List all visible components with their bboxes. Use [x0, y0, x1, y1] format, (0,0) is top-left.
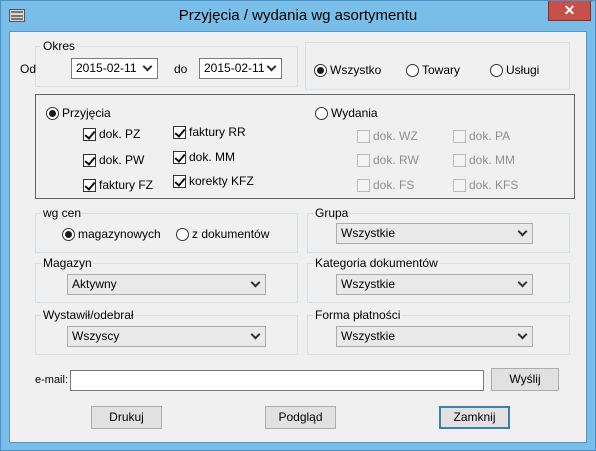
- grupa-value: Wszystkie: [341, 226, 395, 240]
- wg-cen-legend: wg cen: [42, 206, 83, 220]
- date-from-picker[interactable]: 2015-02-11: [71, 58, 158, 79]
- date-to-value: 2015-02-11: [204, 61, 265, 75]
- check-dok-pz-label[interactable]: dok. PZ: [99, 127, 140, 141]
- print-button-label: Drukuj: [109, 410, 144, 424]
- window-title: Przyjęcia / wydania wg asortymentu: [178, 7, 418, 24]
- kategoria-select[interactable]: Wszystkie: [336, 274, 533, 295]
- wystawil-value: Wszyscy: [72, 329, 120, 343]
- close-button[interactable]: Zamknij: [439, 406, 510, 429]
- check-korekty-kfz[interactable]: [173, 175, 186, 188]
- check-dok-mm-wydania: [453, 154, 466, 167]
- forma-value: Wszystkie: [341, 329, 395, 343]
- radio-wydania[interactable]: [315, 107, 328, 120]
- forma-legend: Forma płatności: [314, 308, 402, 322]
- check-dok-fs-label: dok. FS: [373, 178, 415, 192]
- radio-przyjecia[interactable]: [46, 107, 59, 120]
- date-from-value: 2015-02-11: [76, 61, 137, 75]
- chevron-down-icon: [142, 61, 153, 72]
- radio-towary[interactable]: [406, 64, 419, 77]
- radio-wszystko-label[interactable]: Wszystko: [330, 63, 381, 77]
- chevron-down-icon: [266, 61, 277, 72]
- kategoria-legend: Kategoria dokumentów: [314, 256, 439, 270]
- email-label: e-mail:: [35, 374, 69, 386]
- close-icon[interactable]: ✕: [548, 1, 591, 21]
- check-dok-fs: [357, 179, 370, 192]
- dialog-body: Okres Od 2015-02-11 do 2015-02-11 Wszyst…: [9, 31, 587, 443]
- check-dok-pa-label: dok. PA: [469, 129, 511, 143]
- check-dok-pw-label[interactable]: dok. PW: [99, 153, 144, 167]
- grupa-legend: Grupa: [314, 206, 350, 220]
- check-dok-mm-label[interactable]: dok. MM: [189, 150, 235, 164]
- close-button-label: Zamknij: [453, 410, 496, 424]
- check-dok-kfs: [453, 179, 466, 192]
- to-label: do: [174, 62, 188, 76]
- radio-uslugi-label[interactable]: Usługi: [506, 63, 539, 77]
- check-faktury-rr[interactable]: [173, 126, 186, 139]
- grupa-select[interactable]: Wszystkie: [336, 223, 533, 244]
- send-button-label: Wyślij: [509, 372, 541, 386]
- magazyn-select[interactable]: Aktywny: [67, 274, 266, 295]
- wystawil-select[interactable]: Wszyscy: [67, 326, 266, 347]
- check-faktury-rr-label[interactable]: faktury RR: [189, 125, 246, 139]
- radio-uslugi[interactable]: [490, 64, 503, 77]
- chevron-down-icon: [517, 277, 528, 288]
- check-korekty-kfz-label[interactable]: korekty KFZ: [189, 174, 254, 188]
- check-dok-rw: [357, 154, 370, 167]
- chevron-down-icon: [250, 329, 261, 340]
- check-dok-pw[interactable]: [83, 154, 96, 167]
- from-label: Od: [20, 62, 37, 76]
- check-dok-pz[interactable]: [83, 128, 96, 141]
- radio-wydania-label[interactable]: Wydania: [331, 106, 378, 120]
- radio-z-dokumentow-label[interactable]: z dokumentów: [192, 227, 269, 241]
- magazyn-value: Aktywny: [72, 277, 117, 291]
- check-dok-wz-label: dok. WZ: [373, 129, 418, 143]
- email-field[interactable]: [70, 370, 484, 391]
- magazyn-legend: Magazyn: [42, 256, 93, 270]
- wystawil-legend: Wystawił/odebrał: [42, 308, 135, 322]
- check-dok-pa: [453, 130, 466, 143]
- check-dok-kfs-label: dok. KFS: [469, 178, 519, 192]
- date-to-picker[interactable]: 2015-02-11: [199, 58, 282, 79]
- check-dok-mm-wydania-label: dok. MM: [469, 153, 516, 167]
- title-bar[interactable]: Przyjęcia / wydania wg asortymentu ✕: [1, 1, 595, 31]
- okres-legend: Okres: [42, 39, 77, 53]
- preview-button[interactable]: Podgląd: [265, 406, 336, 429]
- chevron-down-icon: [517, 226, 528, 237]
- chevron-down-icon: [517, 329, 528, 340]
- send-button[interactable]: Wyślij: [491, 368, 559, 391]
- radio-wszystko[interactable]: [314, 64, 327, 77]
- preview-button-label: Podgląd: [278, 410, 323, 424]
- radio-magazynowych[interactable]: [62, 228, 75, 241]
- check-dok-wz: [357, 130, 370, 143]
- radio-magazynowych-label[interactable]: magazynowych: [78, 227, 161, 241]
- check-faktury-fz-label[interactable]: faktury FZ: [99, 178, 153, 192]
- check-faktury-fz[interactable]: [83, 179, 96, 192]
- print-button[interactable]: Drukuj: [91, 406, 162, 429]
- check-dok-rw-label: dok. RW: [373, 153, 419, 167]
- radio-towary-label[interactable]: Towary: [422, 63, 460, 77]
- check-dok-mm[interactable]: [173, 151, 186, 164]
- radio-przyjecia-label[interactable]: Przyjęcia: [62, 106, 111, 120]
- dialog-window: Przyjęcia / wydania wg asortymentu ✕ Okr…: [0, 0, 596, 451]
- forma-select[interactable]: Wszystkie: [336, 326, 533, 347]
- chevron-down-icon: [250, 277, 261, 288]
- radio-z-dokumentow[interactable]: [176, 228, 189, 241]
- kategoria-value: Wszystkie: [341, 277, 395, 291]
